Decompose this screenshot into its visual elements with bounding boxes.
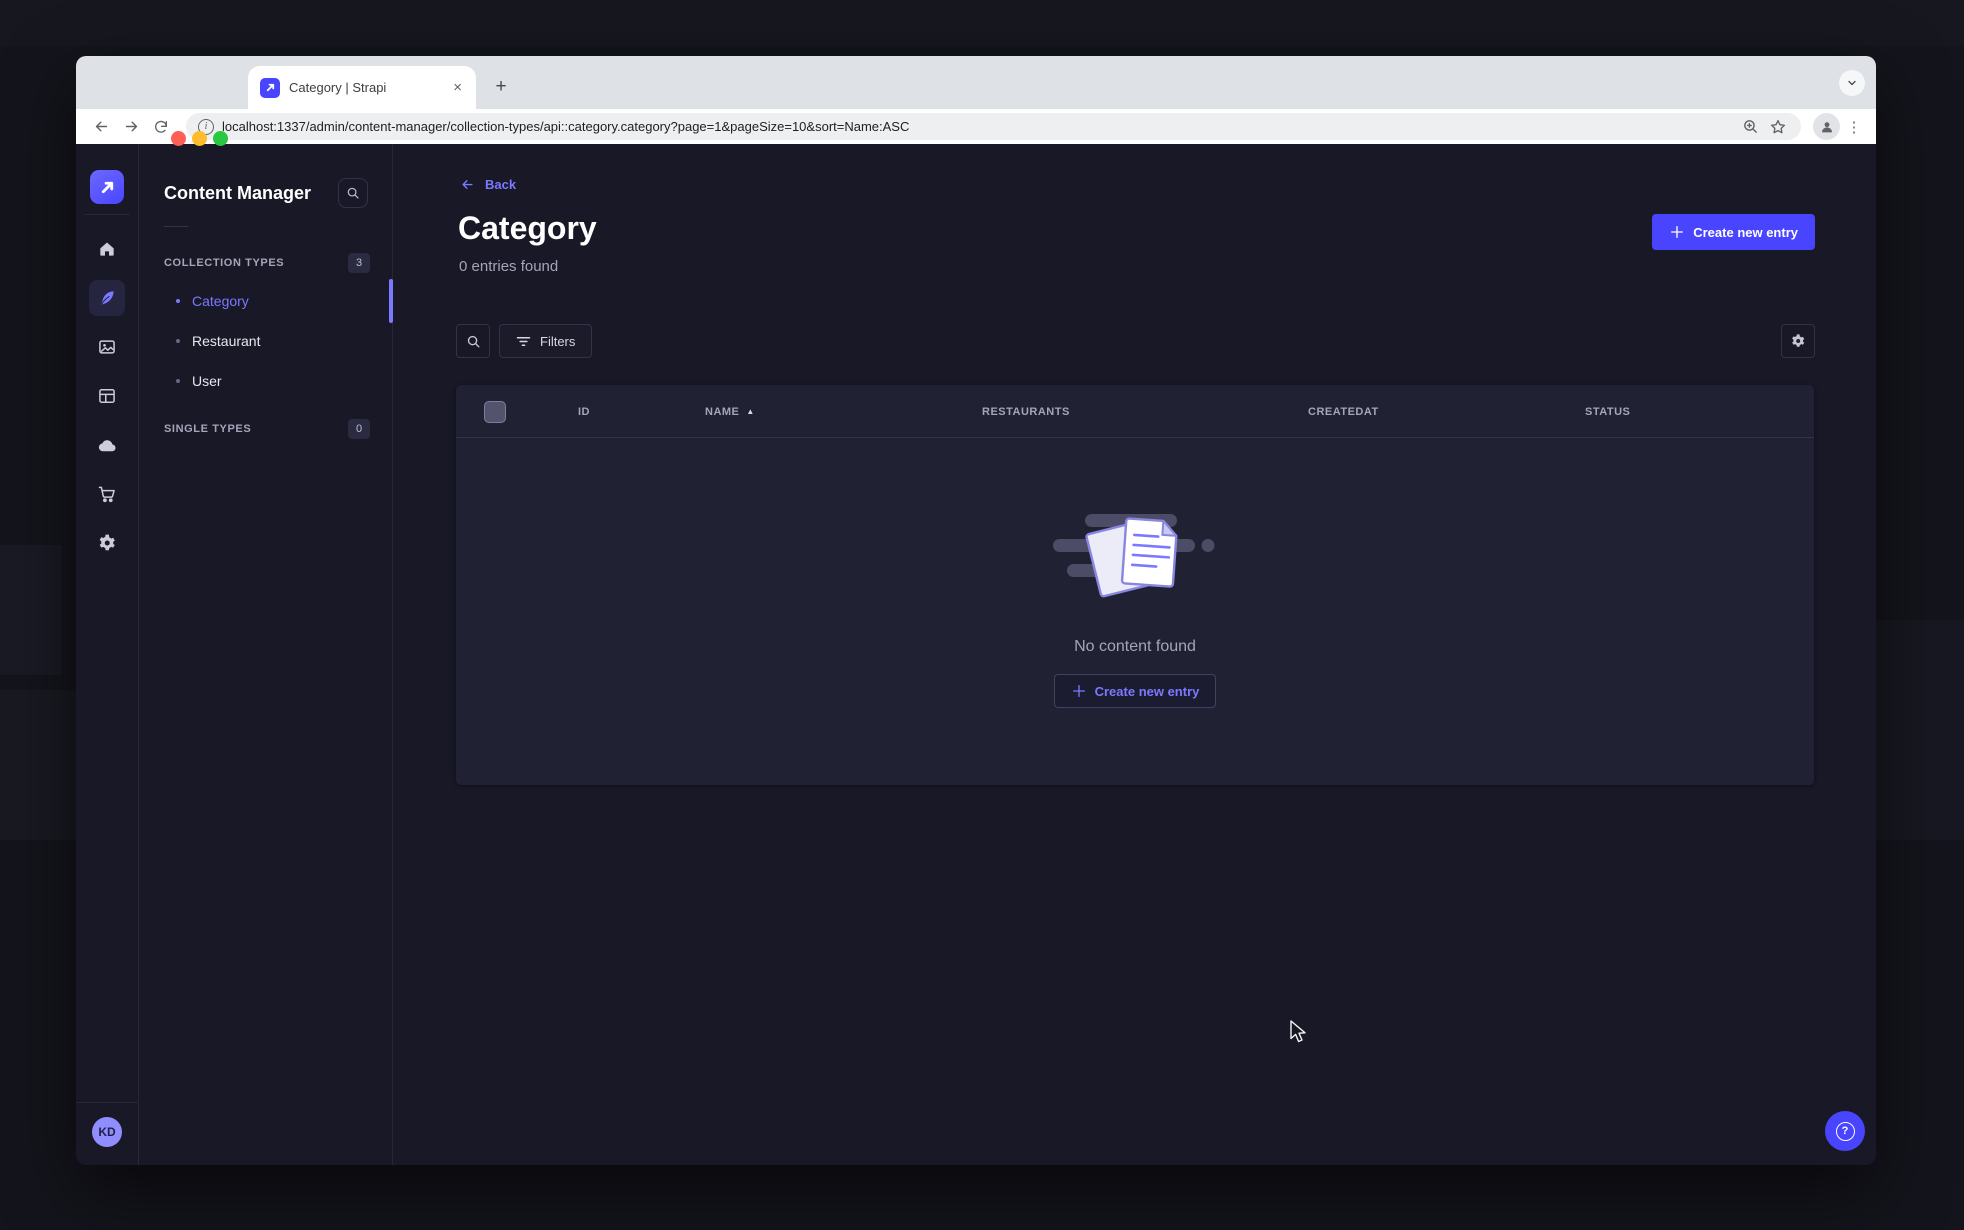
- entries-table: ID NAME ▲ RESTAURANTS CREATEDAT STATUS N…: [456, 385, 1814, 785]
- browser-tab-active[interactable]: Category | Strapi ×: [248, 66, 476, 109]
- back-link[interactable]: Back: [460, 177, 516, 192]
- column-header-id[interactable]: ID: [578, 385, 590, 438]
- window-controls: [171, 131, 228, 146]
- sidebar-item-label: Restaurant: [192, 333, 261, 349]
- sort-ascending-icon: ▲: [746, 406, 755, 416]
- strapi-admin: KD Content Manager COLLECTION TYPES 3 Ca…: [76, 144, 1876, 1165]
- tab-close-icon[interactable]: ×: [451, 79, 464, 96]
- rail-divider: [84, 214, 130, 215]
- sidebar-item-user[interactable]: • User: [139, 361, 392, 401]
- back-arrow-icon: [462, 180, 473, 189]
- browser-tab-strip: Category | Strapi × +: [76, 56, 1876, 109]
- search-entries-button[interactable]: [456, 324, 490, 358]
- sidebar-item-category[interactable]: • Category: [139, 279, 393, 323]
- settings-gear-icon[interactable]: [89, 525, 125, 561]
- single-types-header: SINGLE TYPES: [164, 423, 252, 435]
- desktop: Category | Strapi × + i localhost:1337/a…: [0, 0, 1964, 1230]
- column-header-name[interactable]: NAME ▲: [705, 385, 755, 438]
- select-all-checkbox[interactable]: [484, 401, 506, 423]
- close-window-button[interactable]: [171, 131, 186, 146]
- empty-state-message: No content found: [1074, 638, 1196, 655]
- url-bar[interactable]: i localhost:1337/admin/content-manager/c…: [186, 113, 1801, 140]
- wallpaper-patch: [1870, 620, 1964, 840]
- panel-search-button[interactable]: [338, 178, 368, 208]
- back-label: Back: [485, 177, 517, 192]
- sidebar-item-label: Category: [192, 293, 249, 309]
- browser-window: Category | Strapi × + i localhost:1337/a…: [76, 56, 1876, 1165]
- list-actions-row: Filters: [456, 324, 1815, 358]
- plus-icon: [1072, 685, 1085, 697]
- marketplace-cart-icon[interactable]: [89, 476, 125, 512]
- wallpaper-patch: [0, 0, 1964, 46]
- user-avatar[interactable]: KD: [92, 1117, 122, 1147]
- minimize-window-button[interactable]: [192, 131, 207, 146]
- content-manager-icon[interactable]: [89, 280, 125, 316]
- filters-button[interactable]: Filters: [499, 324, 593, 358]
- empty-documents-illustration: [1053, 514, 1215, 598]
- zoom-window-button[interactable]: [213, 131, 228, 146]
- empty-state: No content found Create new entry: [456, 438, 1814, 785]
- back-nav-icon[interactable]: [88, 114, 114, 140]
- bullet-icon: •: [176, 299, 180, 303]
- tab-title: Category | Strapi: [289, 80, 387, 95]
- sidebar-item-label: User: [192, 373, 222, 389]
- empty-state-create-button[interactable]: Create new entry: [1053, 674, 1217, 708]
- main-content: Back Category 0 entries found Create new…: [393, 144, 1876, 1165]
- single-types-count-badge: 0: [348, 419, 370, 439]
- filters-label: Filters: [540, 333, 576, 349]
- gear-icon: [1792, 334, 1805, 347]
- rail-divider: [76, 1102, 138, 1103]
- browser-toolbar: i localhost:1337/admin/content-manager/c…: [76, 109, 1876, 144]
- tab-search-chevron-icon[interactable]: [1839, 70, 1865, 96]
- column-header-createdat[interactable]: CREATEDAT: [1308, 385, 1379, 438]
- help-icon: ?: [1835, 1121, 1855, 1141]
- column-header-status[interactable]: STATUS: [1585, 385, 1630, 438]
- filter-icon: [516, 336, 531, 346]
- strapi-favicon: [260, 77, 280, 98]
- plus-icon: [1671, 226, 1684, 238]
- bookmark-star-icon[interactable]: [1769, 118, 1787, 136]
- url-text[interactable]: localhost:1337/admin/content-manager/col…: [222, 119, 1734, 134]
- browser-menu-icon[interactable]: ⋮: [1844, 118, 1864, 136]
- nav-rail: KD: [76, 144, 139, 1165]
- entries-count: 0 entries found: [459, 258, 559, 275]
- panel-title: Content Manager: [164, 182, 312, 203]
- strapi-logo[interactable]: [90, 170, 124, 204]
- bullet-icon: •: [176, 379, 180, 383]
- create-new-entry-button[interactable]: Create new entry: [1652, 214, 1815, 250]
- home-icon[interactable]: [89, 231, 125, 267]
- column-header-restaurants[interactable]: RESTAURANTS: [982, 385, 1070, 438]
- content-type-builder-icon[interactable]: [89, 378, 125, 414]
- help-button[interactable]: ?: [1825, 1111, 1865, 1151]
- search-icon: [467, 335, 479, 347]
- forward-nav-icon[interactable]: [118, 114, 144, 140]
- bullet-icon: •: [176, 339, 180, 343]
- browser-profile-avatar[interactable]: [1813, 113, 1840, 140]
- empty-cta-label: Create new entry: [1094, 683, 1200, 699]
- page-title: Category: [458, 210, 597, 246]
- collection-types-count-badge: 3: [348, 253, 370, 273]
- collection-types-header: COLLECTION TYPES: [164, 257, 285, 269]
- content-manager-panel: Content Manager COLLECTION TYPES 3 • Cat…: [139, 144, 393, 1165]
- wallpaper-patch: [0, 545, 62, 675]
- cloud-icon[interactable]: [89, 427, 125, 463]
- media-library-icon[interactable]: [89, 329, 125, 365]
- zoom-page-icon[interactable]: [1742, 118, 1759, 135]
- panel-divider: [164, 226, 188, 227]
- sidebar-item-restaurant[interactable]: • Restaurant: [139, 321, 392, 361]
- new-tab-button[interactable]: +: [488, 74, 514, 100]
- view-settings-button[interactable]: [1781, 324, 1815, 358]
- create-button-label: Create new entry: [1693, 224, 1798, 240]
- table-header-row: ID NAME ▲ RESTAURANTS CREATEDAT STATUS: [456, 385, 1814, 438]
